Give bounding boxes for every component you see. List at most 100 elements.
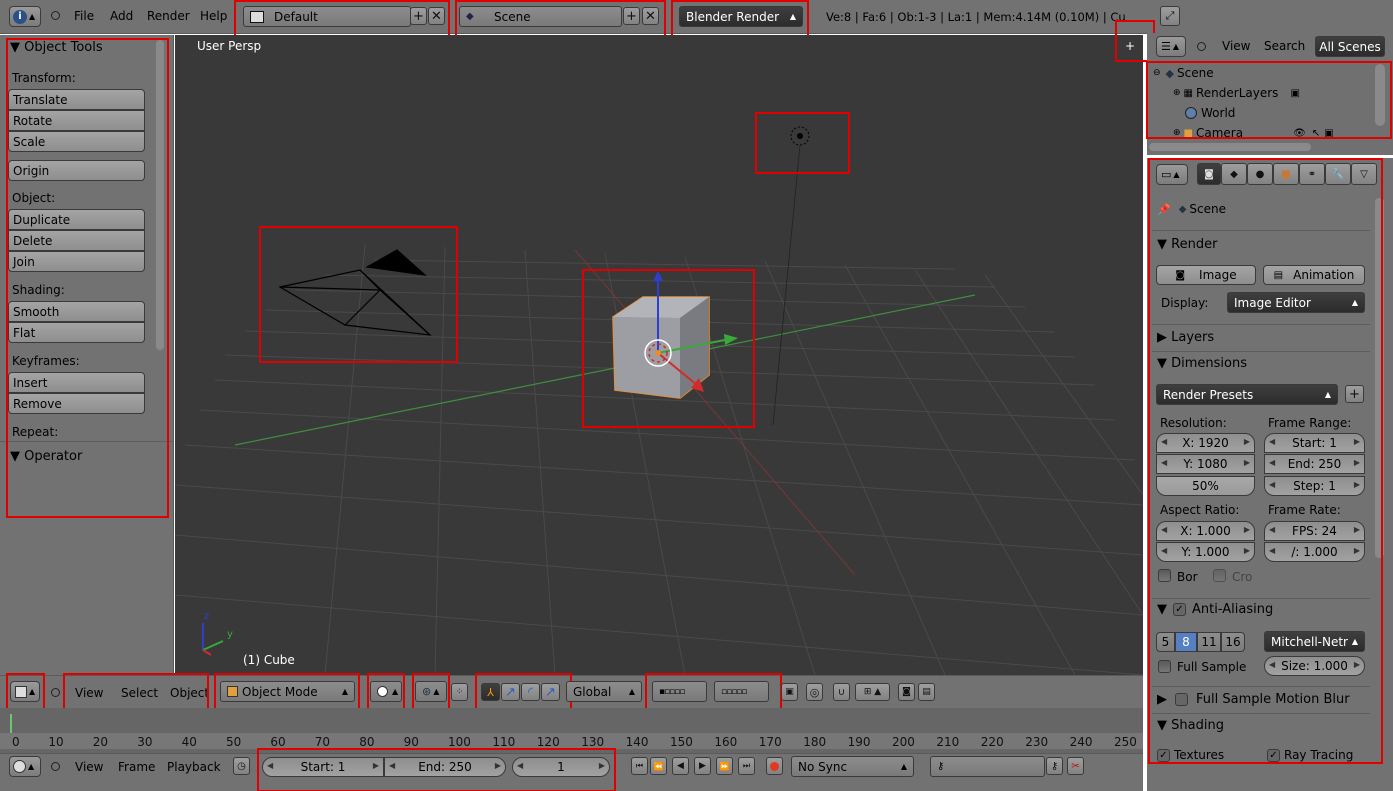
frame-start-field[interactable]: ◀ Start: 1 ▶ — [1264, 433, 1365, 453]
screen-layout-field[interactable]: Default — [243, 6, 411, 27]
aspect-x-field[interactable]: ◀ X: 1.000 ▶ — [1156, 521, 1255, 541]
operator-panel-header[interactable]: ▼ Operator — [10, 449, 82, 464]
select-arrow-icon[interactable]: ↖ — [1312, 128, 1320, 139]
full-sample-checkbox[interactable] — [1158, 660, 1171, 673]
layers-grid-1[interactable]: ▪▫▫▫▫ — [652, 681, 707, 702]
pivot-point-dropdown[interactable]: ⊛ ▲ — [415, 681, 447, 702]
menu-search[interactable]: Search — [1264, 39, 1305, 53]
duplicate-button[interactable]: Duplicate — [8, 209, 145, 230]
rotate-manipulator-button[interactable]: ◜ — [521, 683, 540, 701]
aa-samples-16[interactable]: 16 — [1221, 632, 1245, 652]
expand-circle-icon[interactable]: ⊕ — [1173, 88, 1181, 98]
scene-context-tab[interactable]: ◆ — [1221, 163, 1247, 185]
join-button[interactable]: Join — [8, 251, 145, 272]
collapse-menu-icon[interactable] — [51, 11, 60, 20]
modifiers-context-tab[interactable]: 🔧 — [1325, 163, 1351, 185]
aa-samples-8[interactable]: 8 — [1175, 632, 1197, 652]
smooth-button[interactable]: Smooth — [8, 301, 145, 322]
resolution-y-field[interactable]: ◀ Y: 1080 ▶ — [1156, 454, 1255, 474]
viewport-shading-dropdown[interactable]: ▲ — [370, 681, 402, 702]
shading-panel-header[interactable]: ▼ Shading — [1157, 718, 1224, 733]
crop-checkbox[interactable] — [1213, 569, 1226, 582]
interaction-mode-dropdown[interactable]: Object Mode ▲ — [220, 681, 355, 702]
render-animation-button[interactable]: ▤ Animation — [1263, 265, 1365, 285]
menu-render[interactable]: Render — [147, 9, 190, 23]
end-frame-field[interactable]: ◀ End: 250 ▶ — [384, 757, 506, 777]
jump-end-button[interactable]: ⏭ — [738, 757, 755, 775]
transform-orientation-dropdown[interactable]: Global ▲ — [566, 681, 642, 702]
remove-keyframe-button[interactable]: Remove — [8, 393, 145, 414]
collapse-circle-icon[interactable]: ⊖ — [1153, 68, 1161, 78]
proportional-edit-button[interactable]: ◎ — [806, 683, 823, 701]
ray-tracing-toggle[interactable]: ✓ Ray Tracing — [1267, 748, 1353, 762]
outliner-row-renderlayers[interactable]: ⊕ ▦ RenderLayers ▣ — [1173, 86, 1300, 100]
flat-button[interactable]: Flat — [8, 322, 145, 343]
editor-type-3d-button[interactable]: ▲ — [10, 681, 40, 702]
prev-keyframe-button[interactable]: ⏪ — [650, 757, 667, 775]
timeline-area[interactable]: 0 10 20 30 40 50 60 70 80 90 100 110 120 130 140 150 160… — [0, 708, 1143, 753]
aa-enable-checkbox[interactable]: ✓ — [1173, 603, 1186, 616]
insert-keyframe-button[interactable]: ⚷ — [1046, 757, 1063, 775]
visibility-eye-icon[interactable]: 👁 — [1293, 128, 1306, 139]
resolution-percent-slider[interactable]: 50% — [1156, 476, 1255, 496]
origin-button[interactable]: Origin — [8, 160, 145, 181]
viewport-scene[interactable] — [175, 35, 1143, 675]
editor-type-timeline-button[interactable]: ▲ — [9, 756, 41, 777]
resolution-x-field[interactable]: ◀ X: 1920 ▶ — [1156, 433, 1255, 453]
render-presets-dropdown[interactable]: Render Presets ▲ — [1156, 384, 1338, 405]
editor-type-outliner-button[interactable]: ☰ ▲ — [1156, 36, 1186, 57]
preview-range-button[interactable]: ◷ — [233, 757, 250, 775]
delete-button[interactable]: Delete — [8, 230, 145, 251]
layers-grid-2[interactable]: ▫▫▫▫▫ — [714, 681, 769, 702]
render-image-button[interactable]: ◙ Image — [1156, 265, 1256, 285]
tool-shelf-scrollbar[interactable] — [156, 40, 164, 350]
collapse-menu-icon[interactable] — [1197, 42, 1206, 51]
collapse-menu-icon[interactable] — [51, 762, 60, 771]
add-layout-button[interactable]: + — [410, 7, 427, 25]
jump-start-button[interactable]: ⏮ — [631, 757, 648, 775]
scale-button[interactable]: Scale — [8, 131, 145, 152]
fullscreen-button[interactable]: ⤢ — [1160, 6, 1180, 26]
outliner-row-camera[interactable]: ⊕ ■ Camera 👁 ↖ ▣ — [1173, 126, 1334, 140]
render-camera-icon[interactable]: ▣ — [1324, 128, 1333, 139]
outliner-h-scrollbar[interactable] — [1149, 143, 1311, 151]
aspect-y-field[interactable]: ◀ Y: 1.000 ▶ — [1156, 542, 1255, 562]
world-context-tab[interactable]: ● — [1247, 163, 1273, 185]
insert-keyframe-button[interactable]: Insert — [8, 372, 145, 393]
add-preset-button[interactable]: + — [1345, 385, 1364, 403]
render-opengl-button[interactable]: ◙ — [898, 683, 915, 701]
play-reverse-button[interactable]: ◀ — [672, 757, 689, 775]
snap-element-dropdown[interactable]: ⊞ ▲ — [855, 683, 890, 701]
menu-view[interactable]: View — [75, 686, 103, 700]
outliner-row-world[interactable]: World — [1185, 106, 1235, 120]
outliner-row-scene[interactable]: ⊖ ◆ Scene — [1153, 66, 1214, 80]
start-frame-field[interactable]: ◀ Start: 1 ▶ — [262, 757, 384, 777]
layers-panel-header[interactable]: ▶ Layers — [1157, 330, 1214, 345]
menu-add[interactable]: Add — [110, 9, 133, 23]
menu-frame[interactable]: Frame — [118, 760, 155, 774]
display-dropdown[interactable]: Image Editor ▲ — [1227, 292, 1365, 313]
snap-toggle-button[interactable]: ∪ — [833, 683, 850, 701]
render-engine-dropdown[interactable]: Blender Render ▲ — [679, 6, 803, 27]
translate-button[interactable]: Translate — [8, 89, 145, 110]
render-panel-header[interactable]: ▼ Render — [1157, 237, 1217, 252]
current-frame-field[interactable]: ◀ 1 ▶ — [512, 757, 610, 777]
scene-field[interactable]: ◆ Scene — [459, 6, 622, 27]
dimensions-panel-header[interactable]: ▼ Dimensions — [1157, 356, 1247, 371]
filter-size-field[interactable]: ◀ Size: 1.000 ▶ — [1264, 656, 1365, 676]
fps-base-field[interactable]: ◀ /: 1.000 ▶ — [1264, 542, 1365, 562]
menu-help[interactable]: Help — [200, 9, 227, 23]
border-checkbox[interactable] — [1158, 569, 1171, 582]
3d-viewport[interactable]: User Persp (1) Cube z y + — [175, 35, 1143, 675]
pin-icon[interactable]: 📌 — [1157, 203, 1171, 216]
outliner-scrollbar[interactable] — [1375, 64, 1385, 126]
menu-select[interactable]: Select — [121, 686, 158, 700]
fps-field[interactable]: ◀ FPS: 24 ▶ — [1264, 521, 1365, 541]
frame-end-field[interactable]: ◀ End: 250 ▶ — [1264, 454, 1365, 474]
mblur-enable-checkbox[interactable] — [1175, 693, 1188, 706]
properties-scrollbar[interactable] — [1375, 198, 1384, 558]
aa-samples-5[interactable]: 5 — [1156, 632, 1175, 652]
render-animation-opengl-button[interactable]: ▤ — [918, 683, 935, 701]
motion-blur-panel-header[interactable]: ▶ Full Sample Motion Blur — [1157, 692, 1350, 707]
sync-mode-dropdown[interactable]: No Sync ▲ — [791, 756, 914, 777]
